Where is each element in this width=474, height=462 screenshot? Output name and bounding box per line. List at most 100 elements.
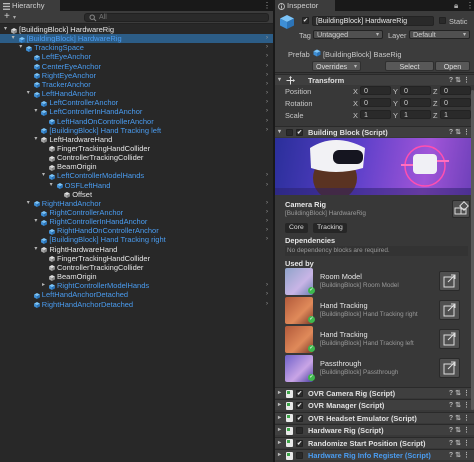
expanded-arrow-icon[interactable]: ▾ [34, 217, 37, 226]
hierarchy-row[interactable]: ▾ [BuildingBlock] HardwareRig [0, 25, 273, 34]
open-prefab-arrow-icon[interactable]: › [266, 235, 268, 244]
hierarchy-row[interactable]: Offset [0, 190, 273, 199]
script-component-header[interactable]: ▸ ✔ OVR Manager (Script) ?⇅⋮ [275, 399, 474, 411]
script-enabled-checkbox[interactable]: ✔ [296, 414, 303, 422]
hierarchy-row[interactable]: LeftHandOnControllerAnchor › [0, 117, 273, 126]
layer-dropdown[interactable]: Default ▾ [409, 30, 470, 39]
add-button[interactable]: + [4, 11, 10, 23]
hierarchy-tab[interactable]: Hierarchy [0, 0, 60, 11]
component-actions-icon[interactable]: ?⇅⋮ [449, 438, 472, 449]
object-name-field[interactable]: [BuildingBlock] HardwareRig [312, 16, 434, 26]
open-prefab-arrow-icon[interactable]: › [266, 71, 268, 80]
script-component-header[interactable]: ▸ Hardware Rig Info Register (Script) ?⇅⋮ [275, 449, 474, 460]
expanded-arrow-icon[interactable]: ▾ [34, 245, 37, 254]
select-block-button[interactable] [452, 200, 470, 218]
hierarchy-row[interactable]: ▾ LeftHandAnchor › [0, 89, 273, 98]
component-actions-icon[interactable]: ?⇅⋮ [449, 388, 472, 399]
static-checkbox[interactable] [439, 17, 446, 24]
hierarchy-row[interactable]: ▾ RightHardwareHand [0, 245, 273, 254]
hierarchy-row[interactable]: ▸ RightControllerModelHands › [0, 281, 273, 290]
hierarchy-row[interactable]: RightHandOnControllerAnchor › [0, 226, 273, 235]
open-block-button[interactable] [439, 271, 460, 291]
open-block-button[interactable] [439, 329, 460, 349]
hierarchy-row[interactable]: ▾ TrackingSpace › [0, 43, 273, 52]
open-prefab-arrow-icon[interactable]: › [266, 52, 268, 61]
hierarchy-menu-icon[interactable]: ⋮ [263, 1, 271, 10]
expanded-arrow-icon[interactable]: ▾ [34, 107, 37, 116]
open-prefab-arrow-icon[interactable]: › [266, 98, 268, 107]
open-prefab-arrow-icon[interactable]: › [266, 80, 268, 89]
transform-header[interactable]: ▾ Transform ?⇅⋮ [275, 74, 474, 85]
open-prefab-arrow-icon[interactable]: › [266, 199, 268, 208]
open-prefab-arrow-icon[interactable]: › [266, 34, 268, 43]
open-prefab-arrow-icon[interactable]: › [266, 300, 268, 309]
open-prefab-arrow-icon[interactable]: › [266, 208, 268, 217]
open-prefab-arrow-icon[interactable]: › [266, 89, 268, 98]
open-prefab-arrow-icon[interactable]: › [266, 62, 268, 71]
script-enabled-checkbox[interactable]: ✔ [296, 402, 303, 410]
hierarchy-row[interactable]: FingerTrackingHandCollider [0, 254, 273, 263]
hierarchy-row[interactable]: ▾ RightHandAnchor › [0, 199, 273, 208]
open-block-button[interactable] [439, 358, 460, 378]
hierarchy-row[interactable]: ControllerTrackingCollider [0, 153, 273, 162]
expanded-arrow-icon[interactable]: ▾ [27, 199, 30, 208]
script-enabled-checkbox[interactable]: ✔ [296, 439, 303, 447]
open-prefab-arrow-icon[interactable]: › [266, 181, 268, 190]
lock-icon[interactable]: 🔒︎ [454, 1, 458, 11]
component-actions-icon[interactable]: ?⇅⋮ [449, 413, 472, 424]
component-actions-icon[interactable]: ?⇅⋮ [449, 400, 472, 411]
expanded-arrow-icon[interactable]: ▾ [19, 43, 22, 52]
script-component-header[interactable]: ▸ ✔ OVR Camera Rig (Script) ?⇅⋮ [275, 387, 474, 398]
transform-x-field[interactable]: 0 [360, 98, 391, 107]
hierarchy-row[interactable]: TrackerAnchor › [0, 80, 273, 89]
component-actions-icon[interactable]: ?⇅⋮ [449, 425, 472, 436]
hierarchy-row[interactable]: [BuildingBlock] Hand Tracking left › [0, 126, 273, 135]
transform-y-field[interactable]: 0 [400, 86, 431, 95]
building-block-header[interactable]: ▾ ✔ Building Block (Script) ?⇅⋮ [275, 126, 474, 137]
script-enabled-checkbox[interactable] [296, 427, 303, 435]
transform-y-field[interactable]: 1 [400, 110, 431, 119]
hierarchy-row[interactable]: RightControllerAnchor › [0, 208, 273, 217]
open-prefab-arrow-icon[interactable]: › [266, 290, 268, 299]
hierarchy-row[interactable]: LeftControllerAnchor › [0, 98, 273, 107]
script-enabled-checkbox[interactable]: ✔ [296, 390, 303, 397]
component-actions-icon[interactable]: ?⇅⋮ [449, 75, 472, 86]
expanded-arrow-icon[interactable]: ▾ [50, 181, 53, 190]
transform-x-field[interactable]: 0 [360, 86, 391, 95]
expanded-arrow-icon[interactable]: ▾ [4, 25, 7, 34]
inspector-tab[interactable]: Inspector [275, 0, 335, 11]
hierarchy-row[interactable]: BeamOrigin [0, 272, 273, 281]
open-prefab-arrow-icon[interactable]: › [266, 107, 268, 116]
inspector-menu-icon[interactable]: ⋮ [466, 1, 474, 10]
component-actions-icon[interactable]: ?⇅⋮ [449, 127, 472, 138]
script-component-header[interactable]: ▸ ✔ OVR Headset Emulator (Script) ?⇅⋮ [275, 411, 474, 424]
hierarchy-row[interactable]: CenterEyeAnchor › [0, 62, 273, 71]
hierarchy-row[interactable]: BeamOrigin [0, 162, 273, 171]
tag-dropdown[interactable]: Untagged ▾ [313, 30, 383, 39]
open-prefab-arrow-icon[interactable]: › [266, 217, 268, 226]
expanded-arrow-icon[interactable]: ▾ [42, 171, 45, 180]
add-dropdown-icon[interactable]: ▾ [13, 12, 16, 24]
open-prefab-arrow-icon[interactable]: › [266, 126, 268, 135]
hierarchy-row[interactable]: ControllerTrackingCollider [0, 263, 273, 272]
hierarchy-row[interactable]: ▾ LeftHardwareHand [0, 135, 273, 144]
transform-z-field[interactable]: 1 [440, 110, 471, 119]
expanded-arrow-icon[interactable]: ▾ [12, 34, 15, 43]
component-enabled-checkbox[interactable]: ✔ [296, 129, 303, 136]
hierarchy-row[interactable]: ▾ RightControllerInHandAnchor › [0, 217, 273, 226]
hierarchy-row[interactable]: ▾ OSFLeftHand › [0, 181, 273, 190]
transform-z-field[interactable]: 0 [440, 86, 471, 95]
component-toggle-checkbox[interactable] [286, 129, 293, 136]
hierarchy-row[interactable]: [BuildingBlock] Hand Tracking right › [0, 235, 273, 244]
overrides-dropdown[interactable]: Overrides ▾ [312, 61, 361, 71]
script-component-header[interactable]: ▸ ✔ Randomize Start Position (Script) ?⇅⋮ [275, 436, 474, 449]
active-checkbox[interactable]: ✔ [302, 17, 309, 24]
collapsed-arrow-icon[interactable]: ▸ [42, 281, 45, 290]
open-prefab-arrow-icon[interactable]: › [266, 117, 268, 126]
hierarchy-row[interactable]: ▾ LeftControllerInHandAnchor › [0, 107, 273, 116]
expanded-arrow-icon[interactable]: ▾ [27, 89, 30, 98]
hierarchy-row[interactable]: LeftEyeAnchor › [0, 52, 273, 61]
select-button[interactable]: Select [385, 61, 434, 71]
transform-y-field[interactable]: 0 [400, 98, 431, 107]
hierarchy-row[interactable]: ▾ LeftControllerModelHands › [0, 171, 273, 180]
